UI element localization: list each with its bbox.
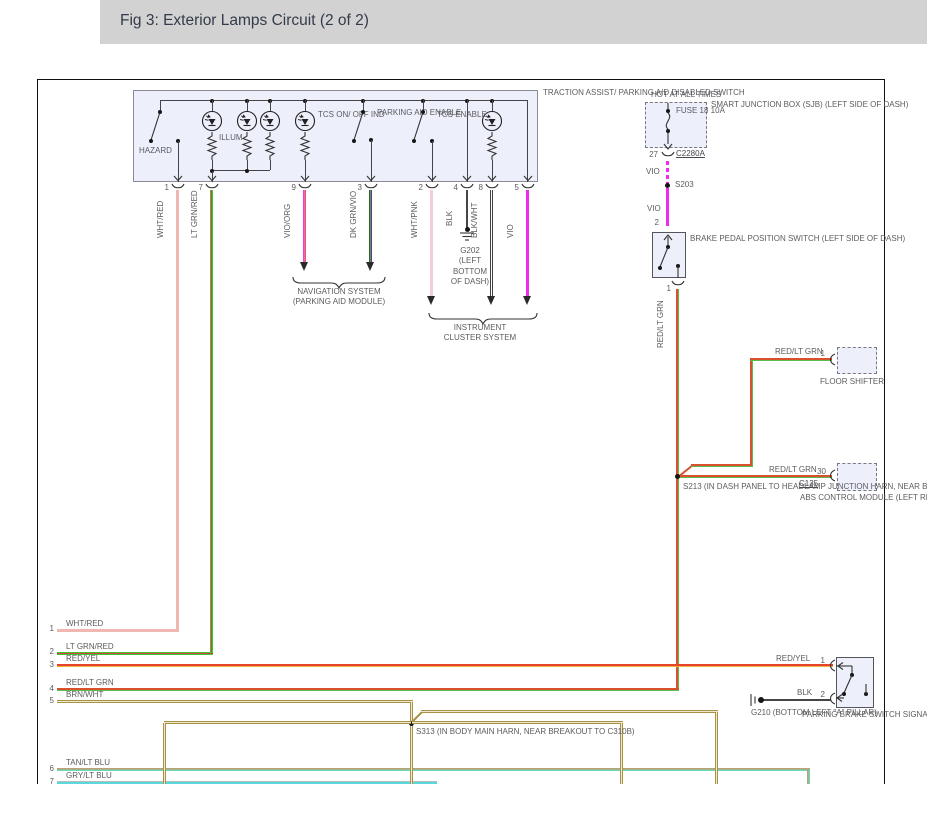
abs-module-label: ABS CONTROL MODULE (LEFT REAR OF ENG COM…	[800, 493, 927, 502]
s313-label: S313 (IN BODY MAIN HARN, NEAR BREAKOUT T…	[416, 727, 635, 736]
to-cluster-arrow-icon	[523, 296, 531, 305]
pin-number: 5	[514, 183, 519, 192]
exit-arrow-icon	[487, 175, 497, 182]
exit-arrow-icon	[427, 175, 437, 182]
wire-label: VIO/ORG	[283, 203, 292, 238]
to-nav-arrow-icon	[300, 262, 308, 271]
resistor-icon	[207, 131, 217, 161]
wire-label: LT GRN/RED	[190, 190, 199, 238]
traction-switch-box	[133, 90, 538, 182]
resistor-icon	[487, 131, 497, 161]
g202-label: G202 (LEFT BOTTOM OF DASH)	[450, 246, 490, 286]
resistor-icon	[265, 131, 275, 161]
nav-system-sublabel: (PARKING AID MODULE)	[292, 297, 386, 306]
wire-label: RED/LT GRN	[769, 465, 817, 474]
floor-shifter-label: FLOOR SHIFTER	[820, 377, 885, 386]
illum-label: ILLUM	[219, 133, 243, 142]
s213-label: S213 (IN DASH PANEL TO HEADLAMP JUNCTION…	[683, 482, 927, 491]
exit-arrow-icon	[300, 175, 310, 182]
wire-label: BLK	[445, 210, 454, 226]
page-title: Fig 3: Exterior Lamps Circuit (2 of 2)	[120, 12, 369, 29]
wire-label: BRN/WHT	[66, 690, 104, 699]
nav-system-label: NAVIGATION SYSTEM	[297, 287, 381, 296]
pin-number: 8	[478, 183, 483, 192]
to-cluster-arrow-icon	[487, 296, 495, 305]
row-number: 7	[49, 777, 54, 786]
wire-label: WHT/RED	[156, 200, 165, 238]
illum-led-icon	[201, 110, 223, 132]
to-cluster-arrow-icon	[427, 296, 435, 305]
row-number: 1	[49, 624, 54, 633]
connector-ref-c2280a[interactable]: C2280A	[676, 149, 705, 159]
exit-arrow-icon	[366, 175, 376, 182]
wire-label: DK GRN/VIO	[349, 190, 358, 238]
wire-label: RED/YEL	[776, 654, 811, 663]
pin-number: 1	[666, 284, 671, 293]
exit-arrow-icon	[523, 175, 533, 182]
wire-label: WHT/RED	[66, 619, 104, 628]
wire-label: RED/LT GRN	[66, 678, 114, 687]
ground-icon	[750, 694, 764, 706]
title-bar: Fig 3: Exterior Lamps Circuit (2 of 2)	[100, 0, 927, 44]
connector-icon	[829, 692, 836, 705]
pin-number: 9	[291, 183, 296, 192]
connector-icon	[829, 353, 836, 366]
row-number: 3	[49, 660, 54, 669]
row-number: 6	[49, 764, 54, 773]
wire-label: WHT/PNK	[410, 201, 419, 238]
bpps-label: BRAKE PEDAL POSITION SWITCH (LEFT SIDE O…	[690, 234, 906, 243]
parking-brake-switch-icon	[836, 662, 868, 702]
hazard-label: HAZARD	[139, 146, 172, 155]
pin-number: 1	[164, 183, 169, 192]
pin-number: 4	[453, 183, 458, 192]
illum-led-icon	[236, 110, 258, 132]
pin-number: 2	[820, 690, 825, 699]
ground-icon	[460, 232, 474, 241]
pin-number: 1	[820, 656, 825, 665]
row-number: 2	[49, 647, 54, 656]
wire-label: TAN/LT BLU	[66, 758, 111, 767]
hot-at-all-times-label: HOT AT ALL TIMES	[651, 90, 722, 99]
illum-led-icon	[259, 110, 281, 132]
tcs-ind-led-icon	[294, 110, 316, 132]
splice-dot-s213	[674, 474, 680, 479]
wire-label: RED/LT GRN	[656, 300, 665, 348]
row-number: 5	[49, 696, 54, 705]
sjb-label: SMART JUNCTION BOX (SJB) (LEFT SIDE OF D…	[711, 100, 909, 109]
exit-arrow-icon	[462, 175, 472, 182]
exit-arrow-icon	[207, 175, 217, 182]
wire-label: VIO	[647, 204, 661, 213]
floor-shifter-box	[837, 347, 877, 374]
pin-number: 1	[820, 349, 825, 358]
to-nav-arrow-icon	[366, 262, 374, 271]
wire-label: GRY/LT BLU	[66, 771, 112, 780]
pin-number: 30	[817, 467, 826, 476]
pin-number: 2	[654, 218, 659, 227]
exit-arrow-icon	[173, 175, 183, 182]
connector-icon	[661, 151, 675, 157]
wire-label: RED/YEL	[66, 654, 101, 663]
fuse-icon	[663, 103, 673, 150]
pin-number: 2	[418, 183, 423, 192]
connector-icon	[671, 280, 685, 286]
wire-label: VIO	[506, 224, 515, 238]
cluster-system-label: INSTRUMENT CLUSTER SYSTEM	[443, 323, 517, 343]
tcs-enable-label: TCS ENABLE	[437, 110, 487, 119]
wire-label: VIO	[646, 167, 660, 176]
connector-icon	[829, 659, 836, 672]
bus-rail	[160, 100, 528, 101]
wiring-diagram-page: Fig 3: Exterior Lamps Circuit (2 of 2) T…	[0, 0, 927, 814]
wire-label: LT GRN/RED	[66, 642, 114, 651]
s203-label: S203	[675, 180, 694, 189]
row-number: 4	[49, 684, 54, 693]
resistor-icon	[300, 131, 310, 161]
wire-label: BLK	[797, 688, 813, 697]
hazard-switch-icon	[149, 110, 180, 143]
connector-icon	[829, 469, 836, 482]
pin-number: 27	[649, 150, 658, 159]
parking-brake-label: PARKING BRAKE SWITCH SIGNAL (LEFT SIDE O…	[802, 710, 927, 719]
bpps-switch-icon	[658, 234, 680, 278]
